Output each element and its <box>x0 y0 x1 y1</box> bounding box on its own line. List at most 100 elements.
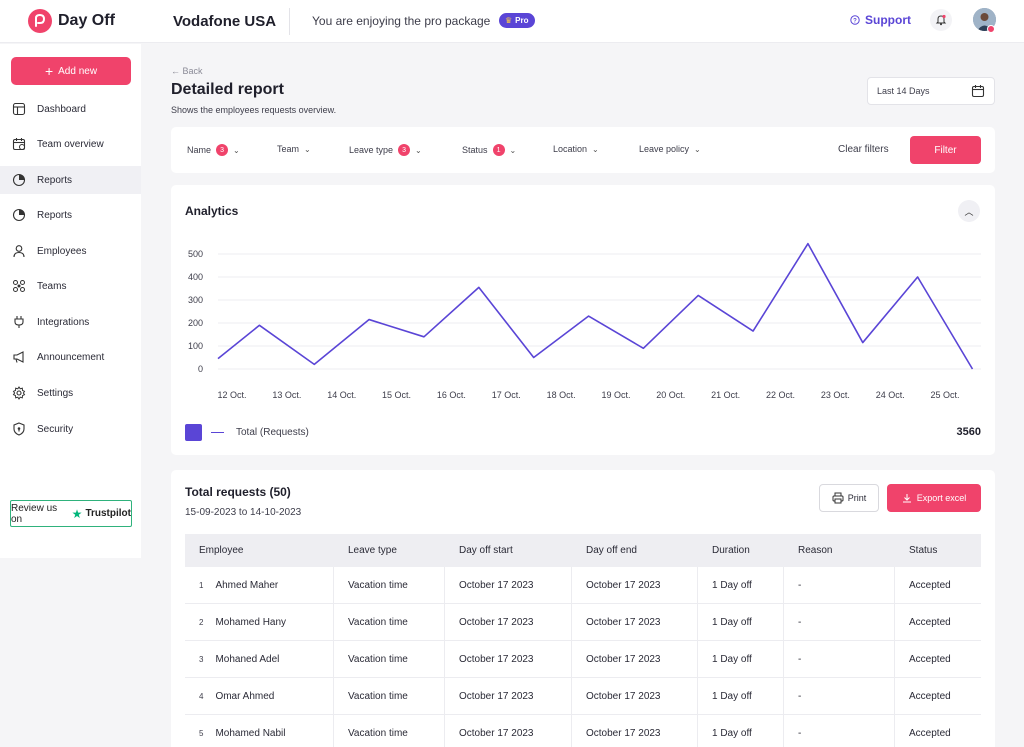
status-cell: Accepted <box>909 727 951 739</box>
column-header[interactable]: Day off start <box>459 534 513 567</box>
team-icon <box>11 278 27 294</box>
sidebar-item-label: Reports <box>37 209 73 221</box>
column-separator <box>571 604 572 640</box>
row-number: 5 <box>199 728 204 738</box>
svg-text:?: ? <box>853 18 857 24</box>
leave-type-cell: Vacation time <box>348 653 408 665</box>
plug-icon <box>11 314 27 330</box>
column-header[interactable]: Reason <box>798 534 832 567</box>
day-off-start-cell: October 17 2023 <box>459 653 534 665</box>
employee-name: Ahmed Maher <box>215 579 279 591</box>
column-header[interactable]: Day off end <box>586 534 637 567</box>
filter-leave-policy[interactable]: Leave policy ⌄ <box>639 144 701 154</box>
leave-type-cell: Vacation time <box>348 616 408 628</box>
y-tick-label: 500 <box>188 249 203 259</box>
filter-status[interactable]: Status 1 ⌄ <box>462 144 516 156</box>
sidebar-item-teams[interactable]: Teams <box>0 272 141 300</box>
row-number: 2 <box>199 617 204 627</box>
table-row[interactable]: 2 Mohamed Hany Vacation time October 17 202… <box>185 604 981 641</box>
column-separator <box>571 641 572 677</box>
table-row[interactable]: 3 Mohaned Adel Vacation time October 17 202… <box>185 641 981 678</box>
sidebar-item-reports-active[interactable]: Reports <box>0 166 141 194</box>
filter-count-badge: 1 <box>492 144 505 156</box>
trustpilot-review-button[interactable]: Review us on ★ Trustpilot <box>10 500 132 527</box>
back-link[interactable]: ← Back <box>171 66 203 76</box>
reason-cell: - <box>798 579 802 591</box>
export-excel-button[interactable]: Export excel <box>887 484 981 512</box>
date-range-value: Last 14 Days <box>877 86 930 96</box>
notifications-button[interactable] <box>930 9 952 31</box>
sidebar-item-settings[interactable]: Settings <box>0 379 141 407</box>
add-new-button[interactable]: + Add new <box>11 57 131 85</box>
app-name: Day Off <box>58 12 115 29</box>
column-separator <box>571 715 572 747</box>
clear-filters-button[interactable]: Clear filters <box>838 144 889 155</box>
x-tick-label: 19 Oct. <box>601 390 630 400</box>
filter-name[interactable]: Name 3 ⌄ <box>187 144 240 156</box>
column-header[interactable]: Leave type <box>348 534 397 567</box>
y-tick-label: 200 <box>188 318 203 328</box>
print-button[interactable]: Print <box>819 484 879 512</box>
column-separator <box>333 715 334 747</box>
x-tick-label: 17 Oct. <box>492 390 521 400</box>
table-header: Employee Leave type Day off start Day of… <box>185 534 981 567</box>
chevron-down-icon: ⌄ <box>304 144 311 154</box>
pro-badge: ♛ Pro <box>499 13 535 28</box>
reason-cell: - <box>798 727 802 739</box>
requests-card: Total requests (50) 15-09-2023 to 14-10-… <box>171 470 995 747</box>
column-separator <box>697 678 698 714</box>
table-body: 1 Ahmed Maher Vacation time October 17 2023… <box>185 567 981 747</box>
column-separator <box>783 567 784 603</box>
duration-cell: 1 Day off <box>712 616 752 628</box>
day-off-start-cell: October 17 2023 <box>459 690 534 702</box>
table-row[interactable]: 5 Mohamed Nabil Vacation time October 17 20… <box>185 715 981 747</box>
x-tick-label: 12 Oct. <box>217 390 246 400</box>
sidebar-item-announcement[interactable]: Announcement <box>0 343 141 371</box>
sidebar-item-employees[interactable]: Employees <box>0 237 141 265</box>
app-logo[interactable]: Day Off <box>28 9 115 33</box>
column-separator <box>697 641 698 677</box>
sidebar-item-security[interactable]: Security <box>0 415 141 443</box>
download-icon <box>902 494 911 503</box>
pie-chart-icon <box>11 207 27 223</box>
sidebar-item-label: Team overview <box>37 138 104 150</box>
filter-count-badge: 3 <box>398 144 411 156</box>
gear-icon <box>11 385 27 401</box>
column-header[interactable]: Duration <box>712 534 750 567</box>
table-row[interactable]: 1 Ahmed Maher Vacation time October 17 2023… <box>185 567 981 604</box>
sidebar-item-label: Teams <box>37 280 67 292</box>
support-link[interactable]: ? Support <box>850 13 911 27</box>
employee-cell: 2 Mohamed Hany <box>199 604 286 640</box>
x-tick-label: 24 Oct. <box>876 390 905 400</box>
leave-type-cell: Vacation time <box>348 690 408 702</box>
column-header[interactable]: Status <box>909 534 937 567</box>
day-off-start-cell: October 17 2023 <box>459 727 534 739</box>
column-separator <box>783 715 784 747</box>
column-separator <box>444 567 445 603</box>
y-tick-label: 400 <box>188 272 203 282</box>
day-off-start-cell: October 17 2023 <box>459 579 534 591</box>
filter-label: Status <box>462 145 488 155</box>
column-separator <box>333 678 334 714</box>
column-separator <box>444 604 445 640</box>
duration-cell: 1 Day off <box>712 690 752 702</box>
page-subtitle: Shows the employees requests overview. <box>171 105 337 115</box>
sidebar-item-dashboard[interactable]: Dashboard <box>0 95 141 123</box>
table-row[interactable]: 4 Omar Ahmed Vacation time October 17 2023 O… <box>185 678 981 715</box>
column-separator <box>444 715 445 747</box>
legend-label: Total (Requests) <box>236 427 309 438</box>
column-separator <box>894 715 895 747</box>
sidebar-item-reports[interactable]: Reports <box>0 201 141 229</box>
calendar-icon <box>971 85 985 98</box>
status-cell: Accepted <box>909 653 951 665</box>
filter-button[interactable]: Filter <box>910 136 981 164</box>
status-cell: Accepted <box>909 690 951 702</box>
filter-leave-type[interactable]: Leave type 3 ⌄ <box>349 144 422 156</box>
date-range-picker[interactable]: Last 14 Days <box>867 77 995 105</box>
export-label: Export excel <box>916 493 967 503</box>
filter-team[interactable]: Team ⌄ <box>277 144 311 154</box>
sidebar-item-integrations[interactable]: Integrations <box>0 308 141 336</box>
filter-location[interactable]: Location ⌄ <box>553 144 599 154</box>
sidebar-item-team-overview[interactable]: Team overview <box>0 130 141 158</box>
column-header[interactable]: Employee <box>199 534 243 567</box>
